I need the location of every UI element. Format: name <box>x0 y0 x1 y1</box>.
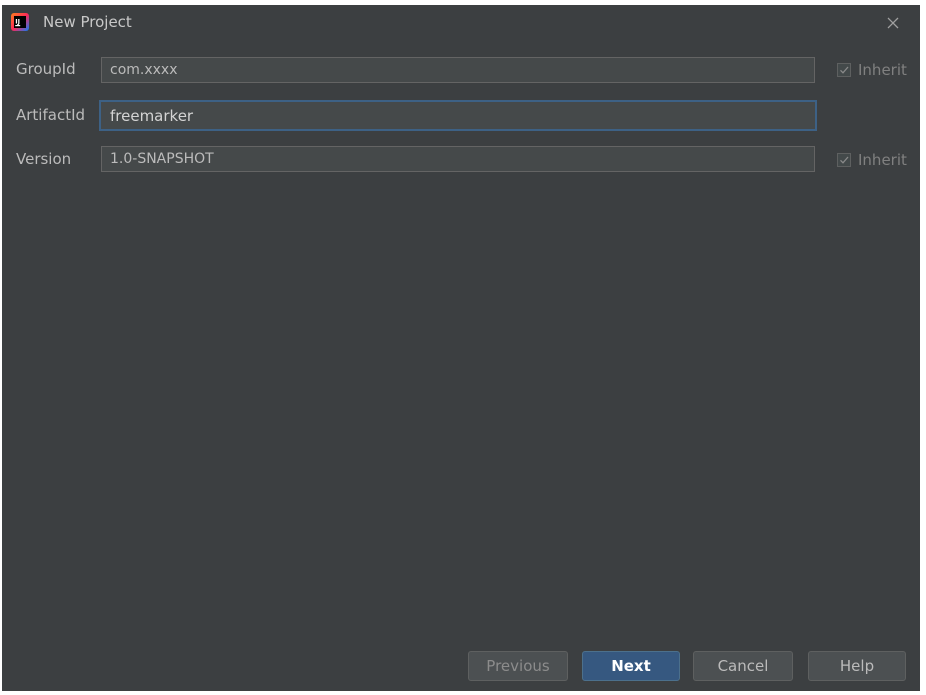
inherit-label: Inherit <box>858 151 907 169</box>
group-id-inherit-checkbox[interactable]: Inherit <box>837 60 907 80</box>
close-button[interactable] <box>878 11 908 35</box>
group-id-field[interactable] <box>101 57 815 83</box>
intellij-idea-icon: IJ <box>11 13 29 31</box>
window-title: New Project <box>43 13 132 31</box>
version-inherit-checkbox[interactable]: Inherit <box>837 150 907 170</box>
version-label: Version <box>16 150 72 168</box>
inherit-label: Inherit <box>858 61 907 79</box>
artifact-id-label: ArtifactId <box>16 106 86 124</box>
checkmark-icon <box>840 156 849 164</box>
close-icon <box>887 17 899 29</box>
version-field[interactable] <box>101 146 815 172</box>
checkbox-box <box>837 63 851 77</box>
cancel-button[interactable]: Cancel <box>693 651 793 681</box>
checkmark-icon <box>840 66 849 74</box>
new-project-dialog: IJ New Project GroupId Inherit ArtifactI… <box>2 5 920 691</box>
title-bar[interactable]: IJ New Project <box>2 5 920 41</box>
checkbox-box <box>837 153 851 167</box>
next-button[interactable]: Next <box>582 651 680 681</box>
previous-button[interactable]: Previous <box>468 651 568 681</box>
svg-text:IJ: IJ <box>15 18 20 26</box>
artifact-id-field[interactable] <box>99 100 817 131</box>
help-button[interactable]: Help <box>808 651 906 681</box>
group-id-label: GroupId <box>16 60 76 78</box>
